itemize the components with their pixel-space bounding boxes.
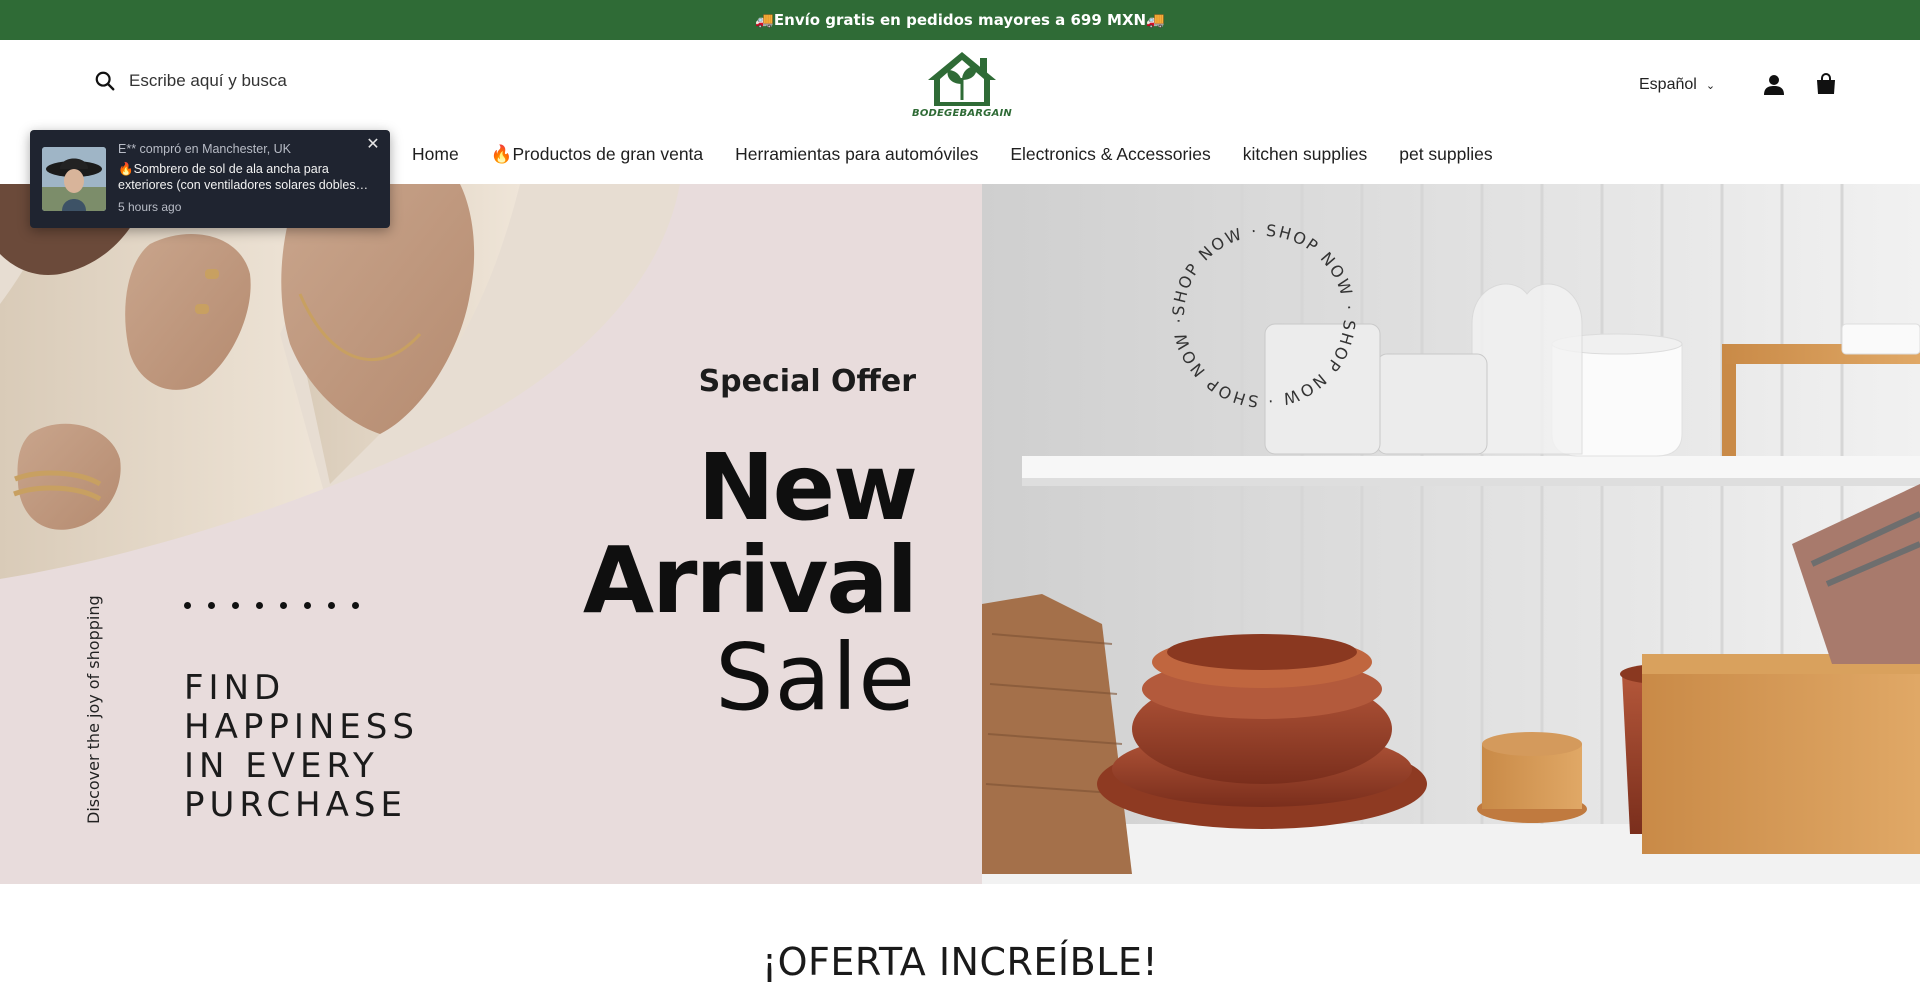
shop-now-circular-badge[interactable]: SHOP NOW · SHOP NOW · SHOP NOW · SHOP NO… bbox=[1164, 216, 1364, 416]
find-line-2: HAPPINESS bbox=[184, 707, 419, 747]
product-thumbnail[interactable] bbox=[42, 147, 106, 211]
headline-arrival: Arrival bbox=[582, 527, 918, 634]
close-icon[interactable]: ✕ bbox=[364, 134, 382, 153]
find-line-4: PURCHASE bbox=[184, 785, 407, 825]
nav-item-home[interactable]: Home bbox=[412, 144, 459, 168]
nav-item-kitchen-supplies[interactable]: kitchen supplies bbox=[1243, 144, 1368, 168]
discover-vertical-text: Discover the joy of shopping bbox=[84, 595, 103, 824]
site-logo[interactable]: BODEGEBARGAIN bbox=[910, 48, 1014, 124]
buyer-location: E** compró en Manchester, UK bbox=[118, 142, 291, 156]
search-input[interactable]: Escribe aquí y busca bbox=[94, 70, 287, 92]
headline-sale: Sale bbox=[715, 624, 916, 731]
language-selector[interactable]: Español ⌄ bbox=[1639, 76, 1715, 94]
nav-item-car-tools[interactable]: Herramientas para automóviles bbox=[735, 144, 978, 168]
kitchen-shelves-image bbox=[982, 184, 1920, 884]
hero-banner[interactable]: Special Offer New Arrival Sale FIND HAPP… bbox=[0, 184, 1920, 884]
purchase-time: 5 hours ago bbox=[118, 200, 182, 214]
house-leaf-logo-icon bbox=[928, 52, 996, 106]
announcement-bar: 🚚Envío gratis en pedidos mayores a 699 M… bbox=[0, 0, 1920, 40]
search-placeholder[interactable]: Escribe aquí y busca bbox=[129, 71, 287, 91]
svg-text:SHOP NOW · SHOP NOW · SHOP NOW: SHOP NOW · SHOP NOW · SHOP NOW · SHOP NO… bbox=[1169, 221, 1359, 411]
shopping-bag-icon[interactable] bbox=[1814, 72, 1838, 96]
hero-left-panel: Special Offer New Arrival Sale FIND HAPP… bbox=[0, 184, 982, 884]
find-happiness-text: FIND HAPPINESS IN EVERY PURCHASE bbox=[184, 669, 419, 825]
nav-item-pet-supplies[interactable]: pet supplies bbox=[1399, 144, 1492, 168]
find-line-3: IN EVERY bbox=[184, 746, 379, 786]
find-line-1: FIND bbox=[184, 668, 286, 708]
section-title: ¡OFERTA INCREÍBLE! bbox=[761, 940, 1159, 984]
language-label[interactable]: Español bbox=[1639, 76, 1697, 94]
announcement-text: 🚚Envío gratis en pedidos mayores a 699 M… bbox=[755, 11, 1165, 29]
chevron-down-icon[interactable]: ⌄ bbox=[1706, 79, 1715, 92]
hero-right-panel: SHOP NOW · SHOP NOW · SHOP NOW · SHOP NO… bbox=[982, 184, 1920, 884]
main-nav: Home 🔥Productos de gran venta Herramient… bbox=[412, 144, 1525, 168]
product-name[interactable]: 🔥Sombrero de sol de ala ancha para exter… bbox=[118, 161, 380, 193]
special-offer-text: Special Offer bbox=[698, 364, 916, 399]
sun-hat-product-image bbox=[42, 147, 106, 211]
decorative-dots bbox=[184, 602, 376, 609]
purchase-notification-popup[interactable]: E** compró en Manchester, UK 🔥Sombrero d… bbox=[30, 130, 390, 228]
nav-item-electronics[interactable]: Electronics & Accessories bbox=[1010, 144, 1210, 168]
nav-item-best-sellers[interactable]: 🔥Productos de gran venta bbox=[491, 144, 703, 168]
shop-now-ring-text[interactable]: SHOP NOW · SHOP NOW · SHOP NOW · SHOP NO… bbox=[1169, 221, 1359, 411]
search-icon[interactable] bbox=[94, 70, 116, 92]
headline-new: New bbox=[697, 434, 918, 541]
person-icon[interactable] bbox=[1762, 73, 1786, 97]
logo-text: BODEGEBARGAIN bbox=[912, 108, 1012, 119]
